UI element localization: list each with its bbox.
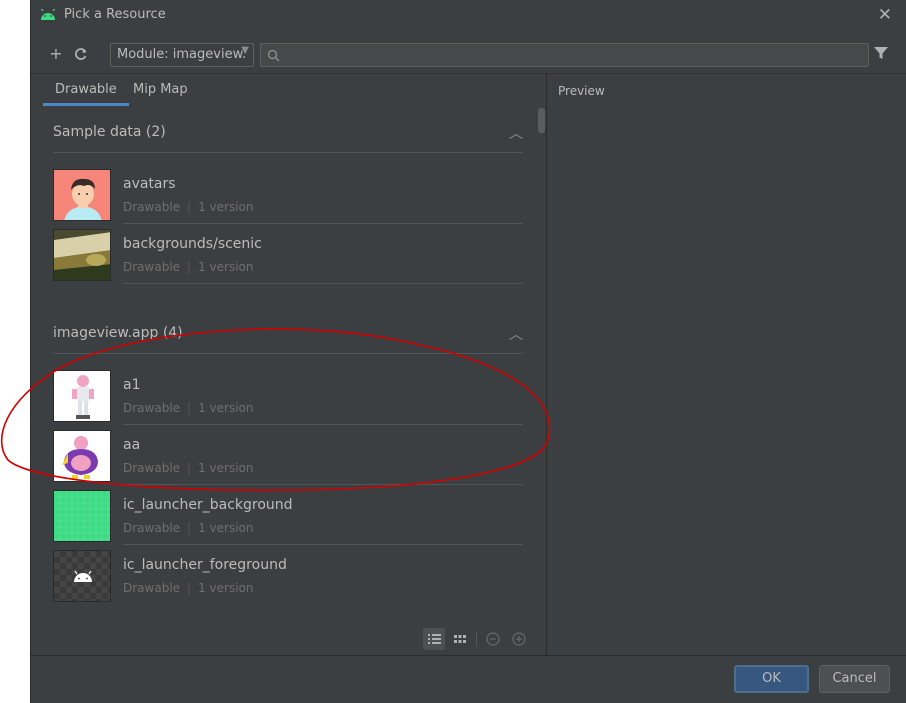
ok-button[interactable]: OK: [734, 665, 809, 693]
aa-thumbnail: [53, 430, 111, 482]
search-icon: [267, 49, 280, 62]
cancel-button[interactable]: Cancel: [819, 665, 890, 693]
module-dropdown[interactable]: Module: imageview. ▼: [110, 43, 254, 67]
chevron-up-icon[interactable]: ︿: [509, 324, 523, 344]
window-title: Pick a Resource: [64, 7, 166, 22]
resource-meta: Drawable | 1 version: [123, 401, 254, 415]
refresh-icon[interactable]: [71, 44, 91, 64]
close-icon[interactable]: ✕: [878, 5, 892, 25]
resource-item-backgrounds-scenic[interactable]: backgrounds/scenic Drawable | 1 version: [53, 229, 523, 289]
pane-divider[interactable]: [546, 74, 547, 655]
plus-icon[interactable]: +: [46, 44, 66, 64]
android-icon: [41, 8, 55, 20]
resource-name: avatars: [123, 176, 176, 192]
launcher-background-thumbnail: [53, 490, 111, 542]
search-field[interactable]: [260, 43, 869, 67]
filter-icon[interactable]: [874, 46, 888, 60]
resource-item-aa[interactable]: aa Drawable | 1 version: [53, 430, 523, 490]
zoom-in-icon[interactable]: [508, 628, 530, 650]
chevron-up-icon[interactable]: ︿: [509, 123, 523, 143]
resource-meta: Drawable | 1 version: [123, 461, 254, 475]
resource-meta: Drawable | 1 version: [123, 200, 254, 214]
pick-resource-dialog: Pick a Resource ✕ + Module: imageview. ▼: [30, 0, 906, 703]
resource-item-avatars[interactable]: avatars Drawable | 1 version: [53, 169, 523, 229]
resource-name: ic_launcher_background: [123, 497, 293, 513]
list-scrollbar[interactable]: [538, 108, 545, 133]
toolbar: + Module: imageview. ▼: [31, 40, 906, 70]
list-view-icon[interactable]: [423, 628, 445, 650]
tab-drawable[interactable]: Drawable: [43, 74, 129, 106]
section-title: Sample data (2): [53, 124, 166, 140]
zoom-out-icon[interactable]: [482, 628, 504, 650]
resource-item-ic-launcher-foreground[interactable]: ic_launcher_foreground Drawable | 1 versio…: [53, 550, 523, 610]
resource-meta: Drawable | 1 version: [123, 581, 254, 595]
avatar-thumbnail: [53, 169, 111, 221]
search-input[interactable]: [285, 46, 860, 64]
resource-item-a1[interactable]: a1 Drawable | 1 version: [53, 370, 523, 430]
resource-meta: Drawable | 1 version: [123, 260, 254, 274]
scenic-thumbnail: [53, 229, 111, 281]
section-header-sample-data[interactable]: Sample data (2) ︿: [53, 113, 523, 153]
resource-name: a1: [123, 377, 141, 393]
launcher-foreground-thumbnail: [53, 550, 111, 602]
resource-item-ic-launcher-background[interactable]: ic_launcher_background Drawable | 1 versio…: [53, 490, 523, 550]
resource-name: ic_launcher_foreground: [123, 557, 287, 573]
resource-tabs: Drawable Mip Map: [43, 74, 546, 106]
tab-mip-map[interactable]: Mip Map: [121, 74, 200, 106]
resource-meta: Drawable | 1 version: [123, 521, 254, 535]
resource-name: backgrounds/scenic: [123, 236, 262, 252]
a1-thumbnail: [53, 370, 111, 422]
title-bar: Pick a Resource ✕: [31, 0, 906, 30]
section-title: imageview.app (4): [53, 325, 183, 341]
preview-label: Preview: [558, 84, 605, 98]
section-header-imageview-app[interactable]: imageview.app (4) ︿: [53, 314, 523, 354]
chevron-down-icon: ▼: [241, 45, 249, 56]
resource-name: aa: [123, 437, 141, 453]
grid-view-icon[interactable]: [449, 628, 471, 650]
module-dropdown-label: Module: imageview.: [117, 47, 247, 62]
